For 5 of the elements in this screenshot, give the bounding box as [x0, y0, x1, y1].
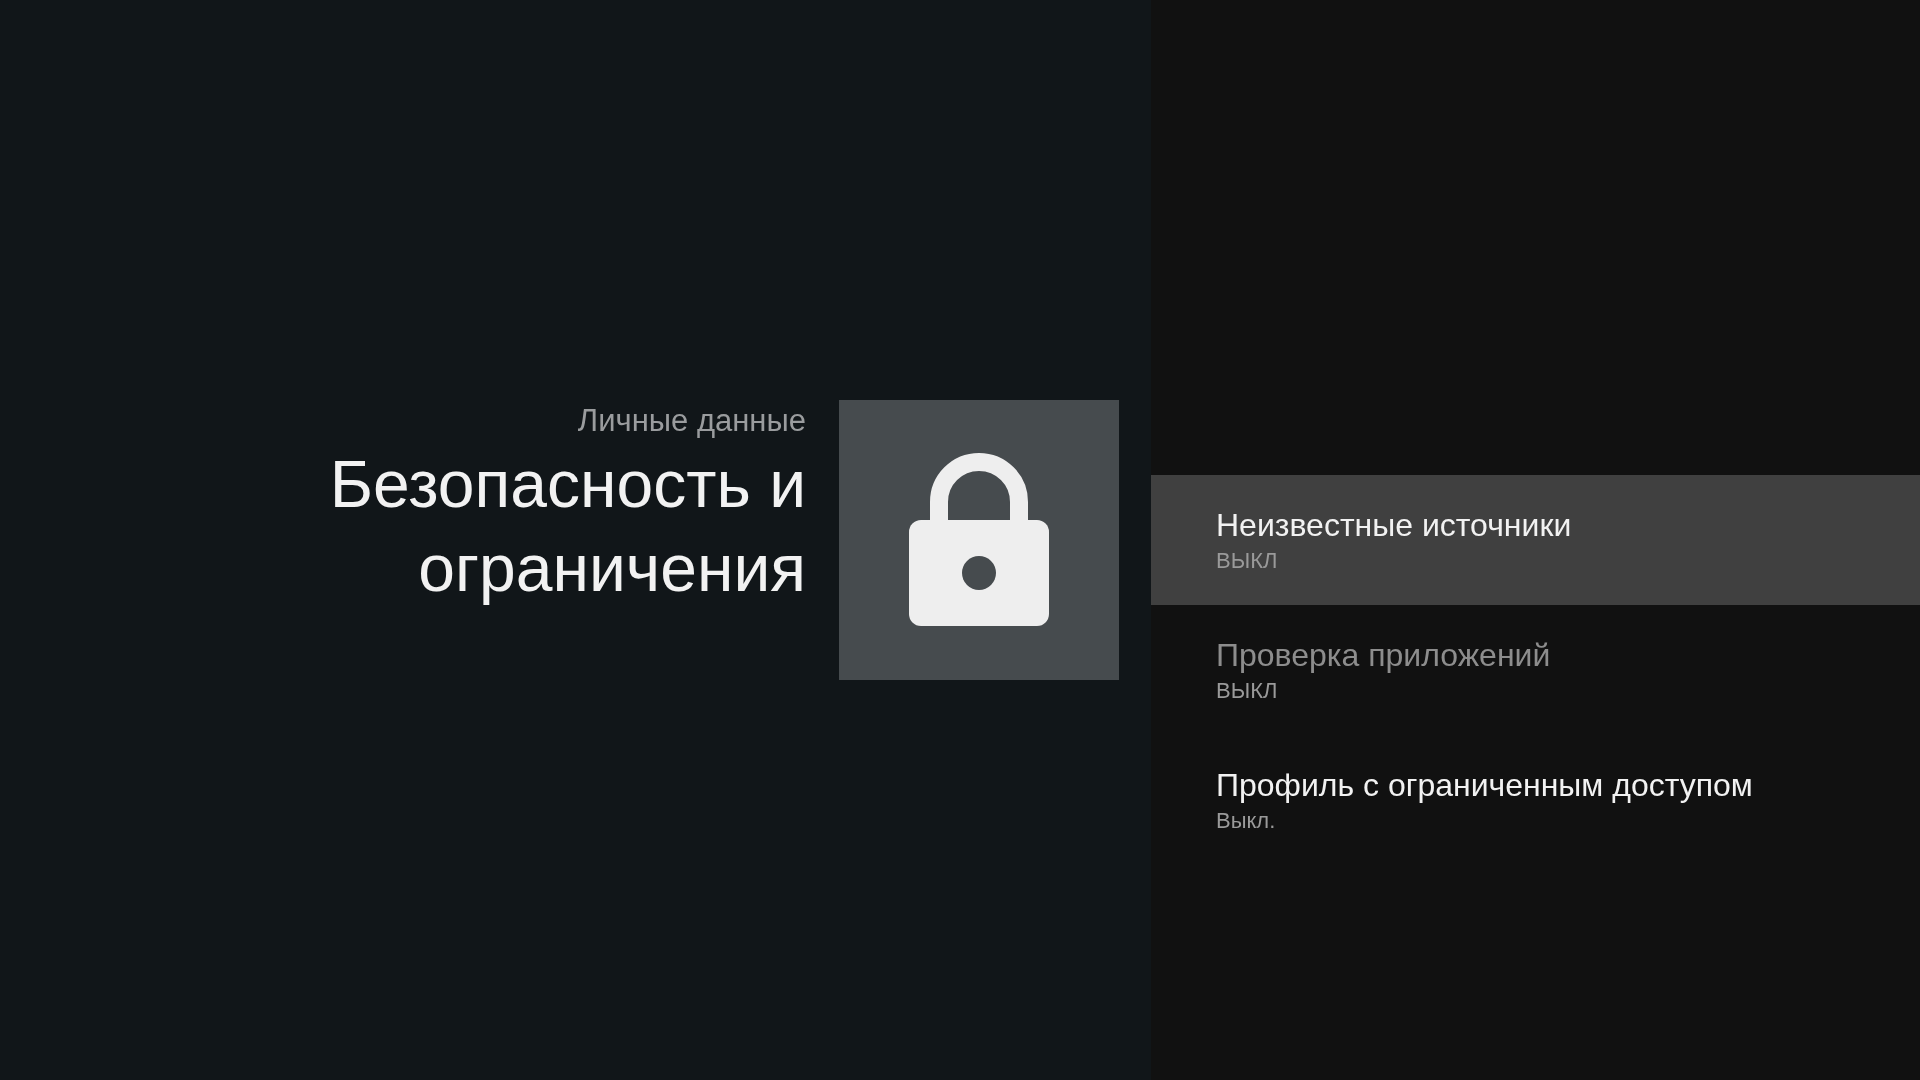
breadcrumb: Личные данные [576, 402, 806, 440]
settings-item[interactable]: Профиль с ограниченным доступом Выкл. [1151, 735, 1920, 865]
settings-item[interactable]: Неизвестные источники ВЫКЛ [1151, 475, 1920, 605]
padlock-icon [839, 400, 1119, 680]
page-title: Безопасность и ограничения [328, 446, 806, 607]
